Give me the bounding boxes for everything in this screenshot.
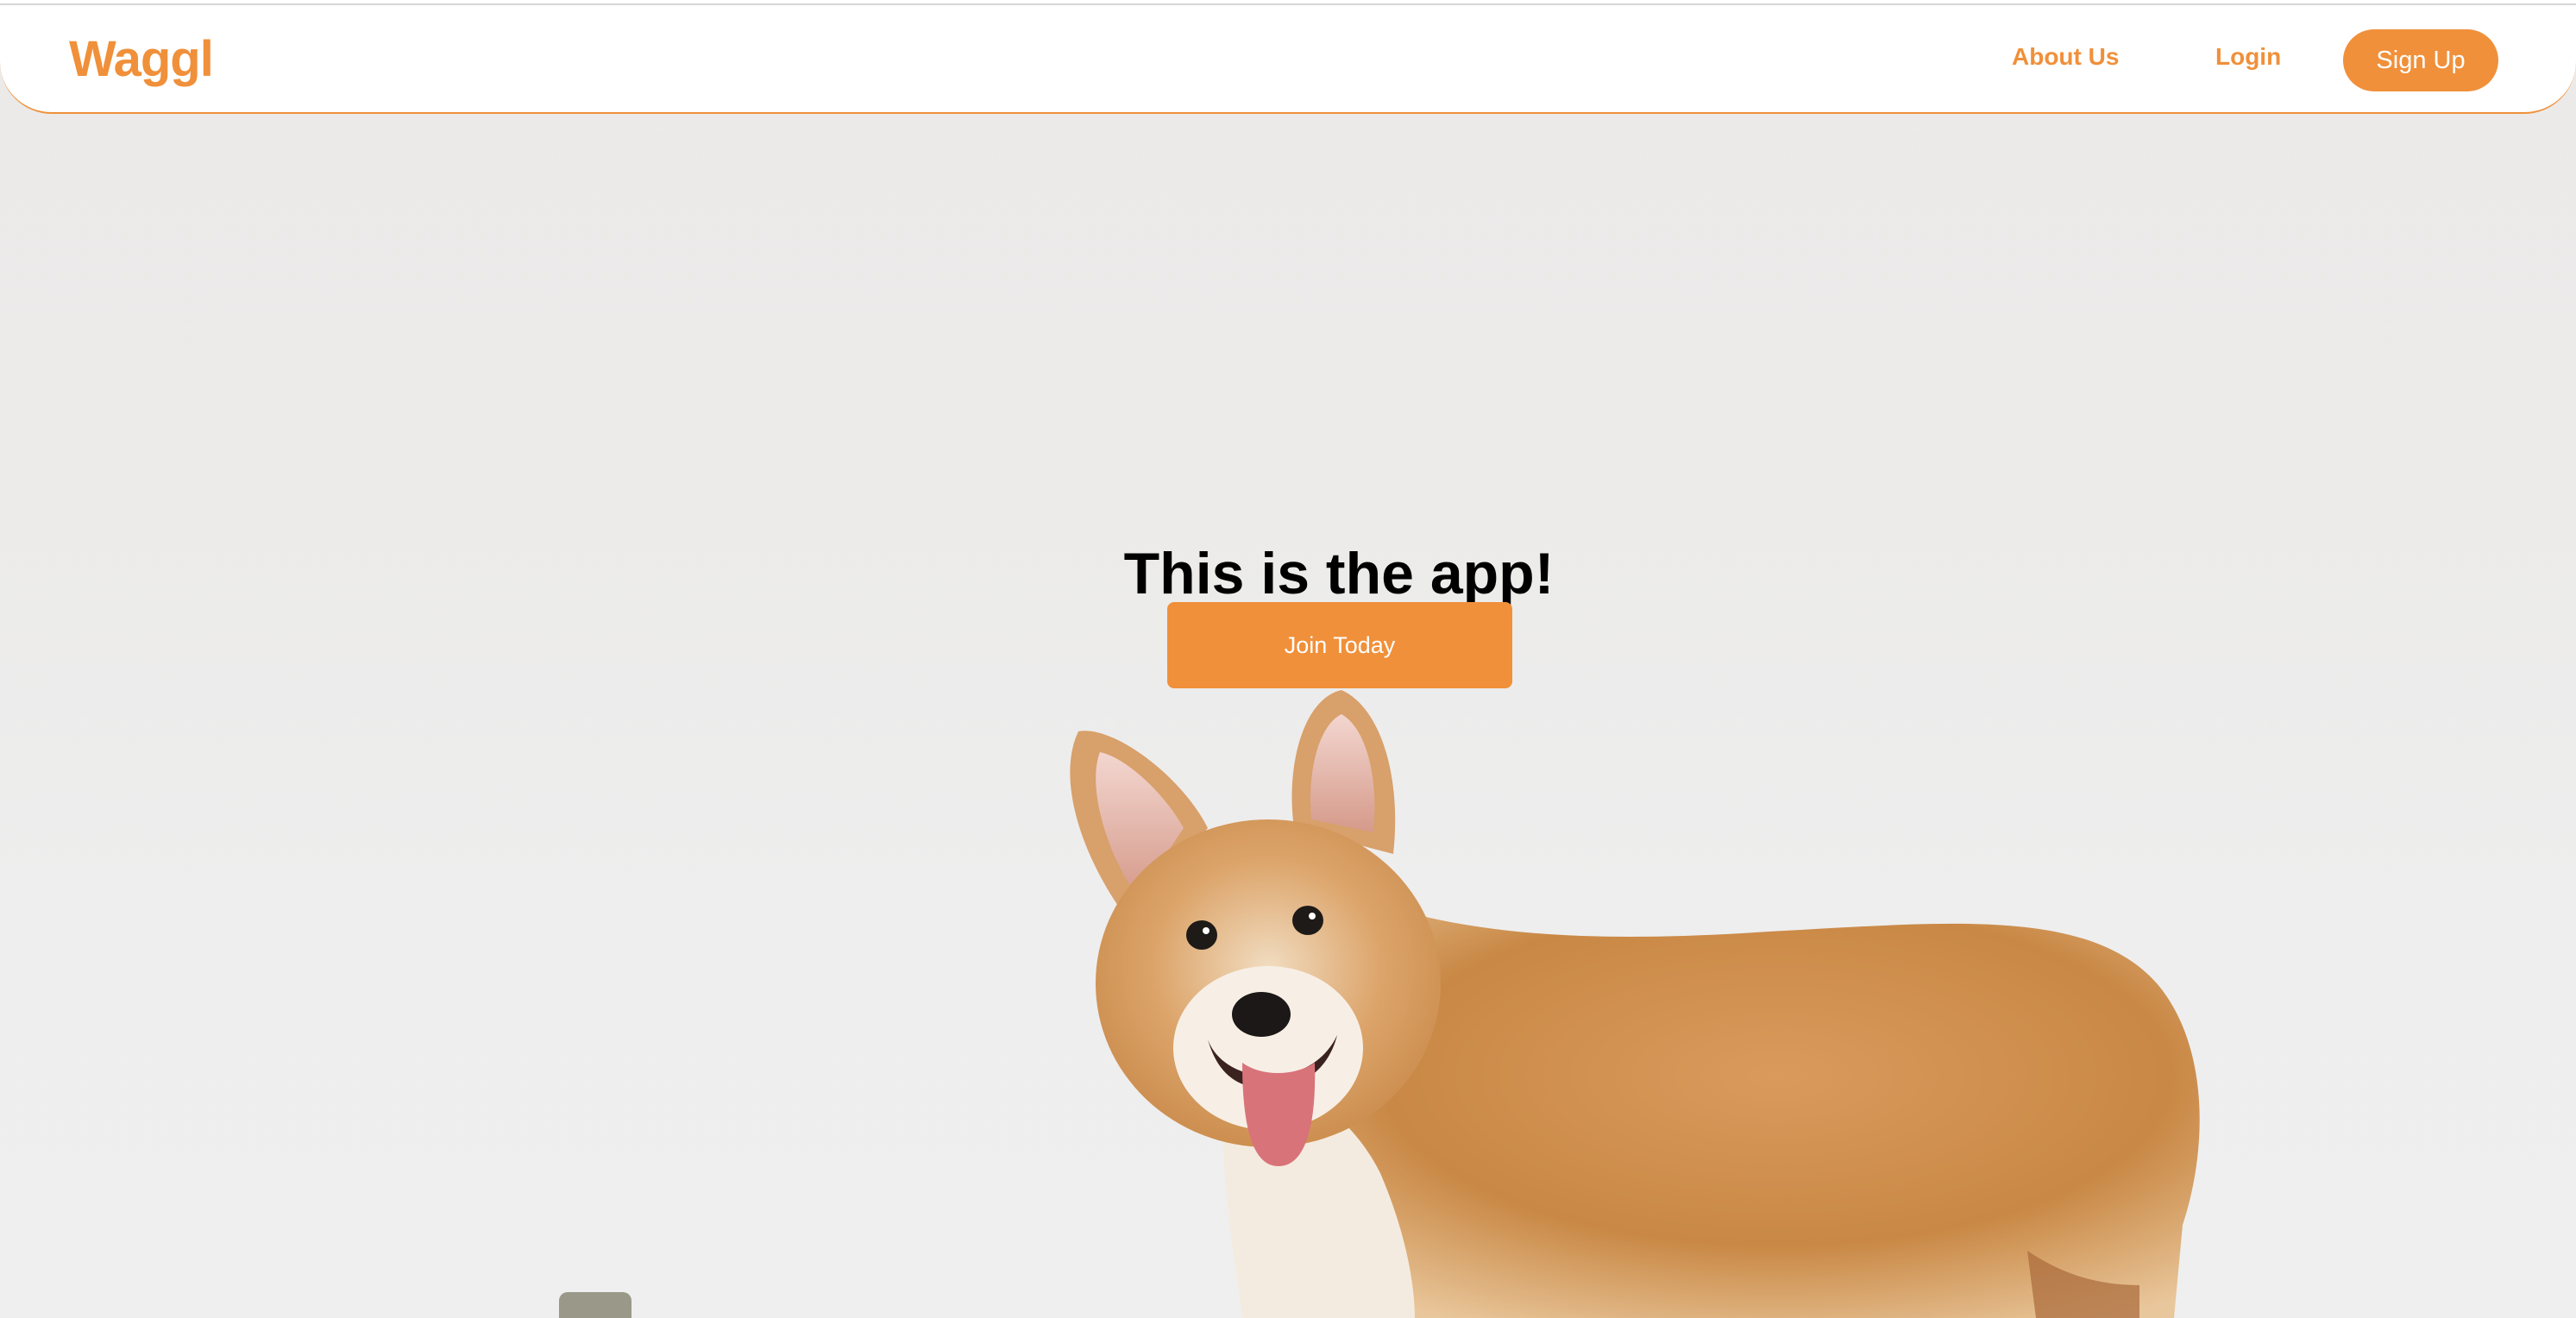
nav-link-about-us[interactable]: About Us xyxy=(2012,41,2119,72)
top-navbar: Waggl About Us Login Sign Up xyxy=(0,5,2576,114)
join-today-button[interactable]: Join Today xyxy=(1167,602,1512,688)
nav-link-login[interactable]: Login xyxy=(2215,41,2281,72)
sign-up-button[interactable]: Sign Up xyxy=(2343,29,2498,91)
hero-title: This is the app! xyxy=(1123,540,1555,606)
waggl-logo[interactable]: Waggl xyxy=(69,29,214,90)
